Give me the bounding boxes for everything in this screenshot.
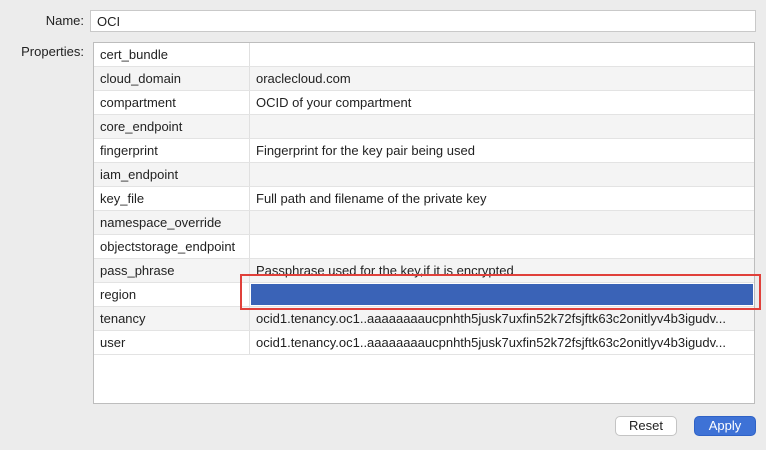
property-value[interactable] bbox=[250, 115, 754, 138]
oci-config-dialog: Name: Properties: cert_bundle cloud_doma… bbox=[0, 0, 766, 450]
property-value[interactable] bbox=[250, 43, 754, 66]
property-key: tenancy bbox=[94, 307, 250, 330]
property-value[interactable]: Passphrase used for the key,if it is enc… bbox=[250, 259, 754, 282]
property-value[interactable]: OCID of your compartment bbox=[250, 91, 754, 114]
property-row-region[interactable]: region bbox=[94, 283, 754, 307]
property-row-tenancy[interactable]: tenancy ocid1.tenancy.oc1..aaaaaaaaucpnh… bbox=[94, 307, 754, 331]
reset-button[interactable]: Reset bbox=[615, 416, 677, 436]
property-key: iam_endpoint bbox=[94, 163, 250, 186]
property-key: core_endpoint bbox=[94, 115, 250, 138]
region-edit-field[interactable] bbox=[251, 284, 753, 305]
property-value[interactable] bbox=[250, 211, 754, 234]
property-row-user[interactable]: user ocid1.tenancy.oc1..aaaaaaaaucpnhth5… bbox=[94, 331, 754, 355]
property-value[interactable]: Full path and filename of the private ke… bbox=[250, 187, 754, 210]
property-key: compartment bbox=[94, 91, 250, 114]
properties-label: Properties: bbox=[21, 44, 84, 59]
property-row-core-endpoint[interactable]: core_endpoint bbox=[94, 115, 754, 139]
property-value[interactable] bbox=[250, 163, 754, 186]
property-value[interactable] bbox=[250, 235, 754, 258]
property-key: fingerprint bbox=[94, 139, 250, 162]
property-value[interactable]: ocid1.tenancy.oc1..aaaaaaaaucpnhth5jusk7… bbox=[250, 307, 754, 330]
property-value[interactable]: oraclecloud.com bbox=[250, 67, 754, 90]
property-row-objectstorage-endpoint[interactable]: objectstorage_endpoint bbox=[94, 235, 754, 259]
property-row-fingerprint[interactable]: fingerprint Fingerprint for the key pair… bbox=[94, 139, 754, 163]
property-key: cert_bundle bbox=[94, 43, 250, 66]
apply-button[interactable]: Apply bbox=[694, 416, 756, 436]
property-key: namespace_override bbox=[94, 211, 250, 234]
property-value[interactable]: Fingerprint for the key pair being used bbox=[250, 139, 754, 162]
name-input[interactable] bbox=[90, 10, 756, 32]
property-row-cert-bundle[interactable]: cert_bundle bbox=[94, 43, 754, 67]
property-row-iam-endpoint[interactable]: iam_endpoint bbox=[94, 163, 754, 187]
property-key: region bbox=[94, 283, 250, 306]
property-key: cloud_domain bbox=[94, 67, 250, 90]
property-key: key_file bbox=[94, 187, 250, 210]
property-row-pass-phrase[interactable]: pass_phrase Passphrase used for the key,… bbox=[94, 259, 754, 283]
property-row-cloud-domain[interactable]: cloud_domain oraclecloud.com bbox=[94, 67, 754, 91]
property-value-editing[interactable] bbox=[250, 283, 754, 306]
property-row-key-file[interactable]: key_file Full path and filename of the p… bbox=[94, 187, 754, 211]
property-key: pass_phrase bbox=[94, 259, 250, 282]
property-key: user bbox=[94, 331, 250, 354]
property-key: objectstorage_endpoint bbox=[94, 235, 250, 258]
property-value[interactable]: ocid1.tenancy.oc1..aaaaaaaaucpnhth5jusk7… bbox=[250, 331, 754, 354]
name-label: Name: bbox=[45, 13, 84, 28]
property-row-namespace-override[interactable]: namespace_override bbox=[94, 211, 754, 235]
property-row-compartment[interactable]: compartment OCID of your compartment bbox=[94, 91, 754, 115]
properties-table: cert_bundle cloud_domain oraclecloud.com… bbox=[93, 42, 755, 404]
